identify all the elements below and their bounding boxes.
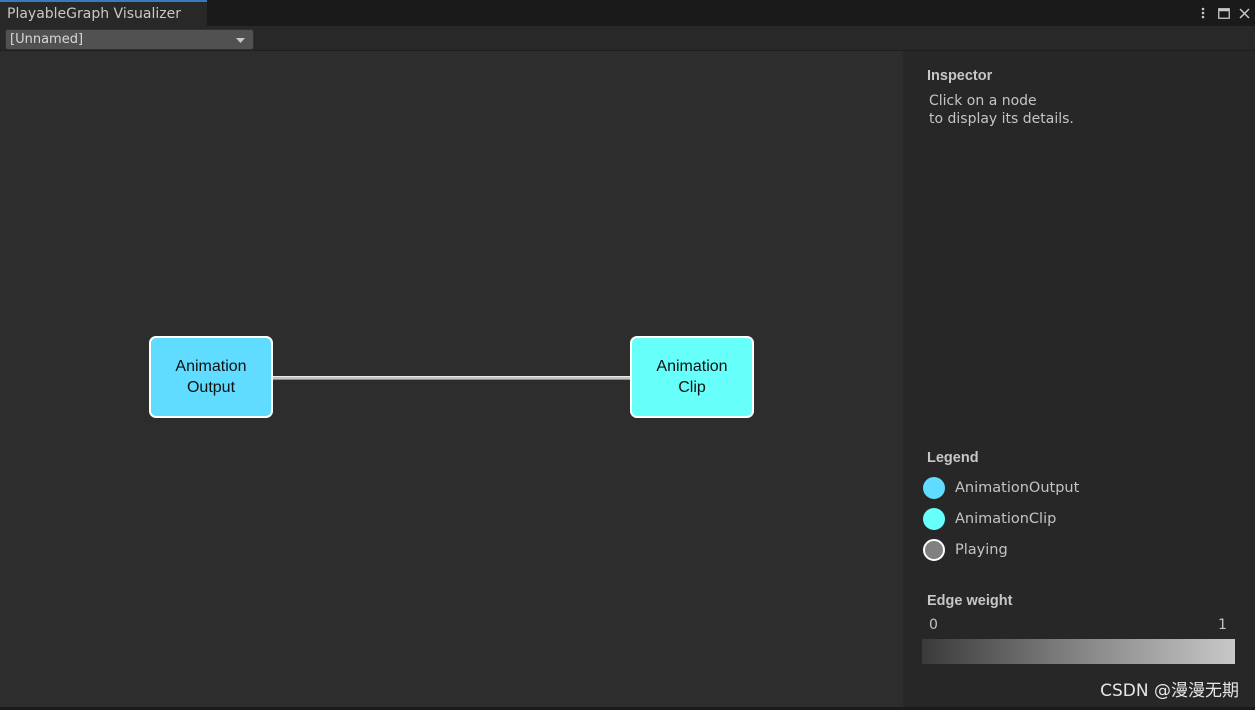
legend-label: Playing [955,542,1008,558]
graph-canvas[interactable]: Animation Output Animation Clip [0,51,903,707]
graph-selector-dropdown[interactable]: [Unnamed] [5,29,254,50]
node-animation-output[interactable]: Animation Output [149,336,273,418]
node-label-line: Animation [656,358,728,375]
playable-graph-visualizer-window: PlayableGraph Visualizer [Unnamed] Anima… [0,0,1255,710]
legend-item-animation-clip: AnimationClip [923,508,1056,530]
watermark-text: CSDN @漫漫无期 [1100,681,1239,701]
window-controls [1192,0,1255,26]
more-icon[interactable] [1192,0,1213,26]
graph-selector-value: [Unnamed] [10,32,84,47]
legend-title: Legend [927,450,979,466]
graph-edge [272,375,631,380]
node-animation-clip[interactable]: Animation Clip [630,336,754,418]
legend-swatch [923,477,945,499]
inspector-panel: Inspector Click on a node to display its… [903,51,1255,707]
maximize-icon[interactable] [1213,0,1234,26]
inspector-hint-line: to display its details. [929,111,1074,127]
toolbar: [Unnamed] [0,26,1255,51]
inspector-title: Inspector [927,68,993,84]
legend-label: AnimationClip [955,511,1057,527]
edge-weight-max: 1 [1218,617,1227,633]
legend-item-playing: Playing [923,539,1008,561]
window-tab[interactable]: PlayableGraph Visualizer [0,0,207,26]
chevron-down-icon [236,38,245,43]
legend-swatch [923,508,945,530]
node-label-line: Output [186,379,236,396]
legend-item-animation-output: AnimationOutput [923,477,1079,499]
inspector-hint-line: Click on a node [929,93,1037,109]
legend-swatch [923,539,945,561]
edge-weight-title: Edge weight [927,593,1013,609]
node-label-line: Clip [678,379,706,396]
edge-weight-min: 0 [929,617,938,633]
node-label-line: Animation [175,358,247,375]
edge-weight-gradient [922,639,1235,664]
legend-label: AnimationOutput [955,480,1080,496]
window-tab-bar: PlayableGraph Visualizer [0,0,1255,26]
close-icon[interactable] [1234,0,1255,26]
